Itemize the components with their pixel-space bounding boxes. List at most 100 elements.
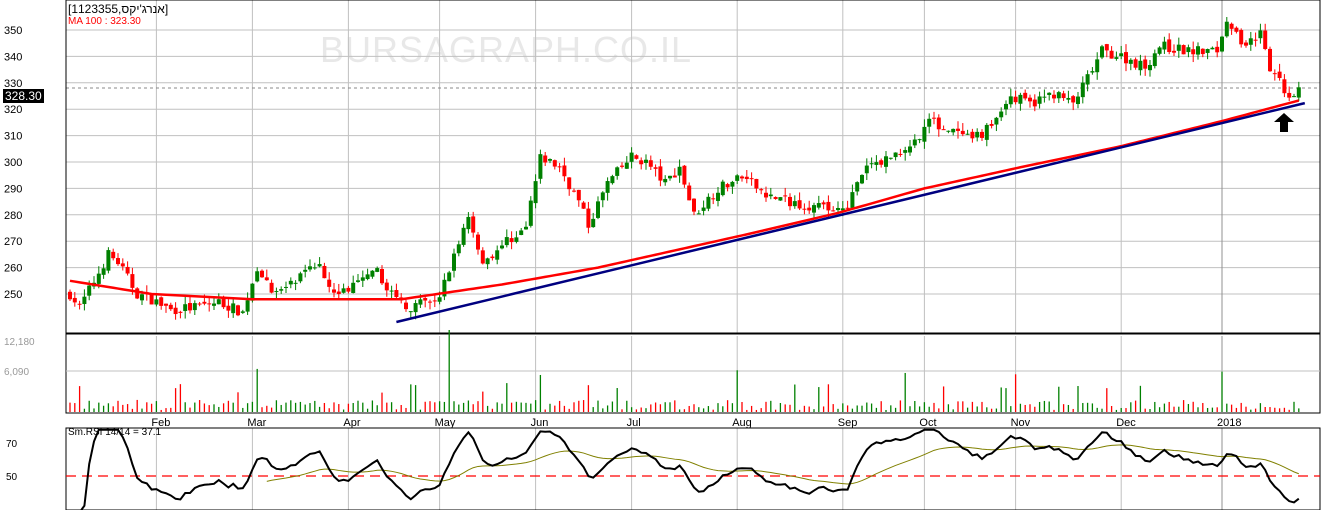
candle-body	[1056, 92, 1061, 99]
candle-body	[1282, 79, 1287, 94]
candle-body	[677, 166, 682, 176]
candle-body	[245, 300, 250, 312]
candle-body	[202, 301, 207, 304]
candle-body	[1114, 57, 1119, 59]
candle-body	[360, 277, 365, 281]
candle-body	[970, 131, 975, 139]
candle-body	[135, 288, 140, 299]
candle-body	[269, 282, 274, 293]
candle-body	[432, 300, 437, 302]
candle-body	[456, 244, 461, 254]
candle-body	[207, 303, 212, 305]
candle-body	[1152, 53, 1157, 67]
candle-body	[164, 303, 168, 306]
candle-body	[1095, 59, 1100, 73]
ma-legend: MA 100 : 323.30	[68, 16, 141, 27]
candle-body	[279, 289, 284, 291]
candle-body	[408, 311, 413, 313]
candle-body	[1287, 92, 1292, 98]
candle-body	[1008, 96, 1013, 105]
candle-body	[610, 176, 615, 184]
month-label: Jul	[627, 417, 641, 429]
candle-body	[946, 130, 951, 132]
candle-body	[1186, 47, 1191, 53]
candle-body	[927, 118, 932, 127]
candle-body	[1090, 71, 1095, 73]
candle-body	[418, 299, 423, 305]
candle-body	[711, 198, 716, 200]
candle-body	[1080, 82, 1085, 98]
candle-body	[1061, 93, 1066, 99]
candle-body	[989, 123, 994, 126]
candle-body	[768, 194, 773, 197]
candle-body	[773, 197, 778, 199]
candle-body	[1100, 46, 1104, 58]
price-tick-label: 300	[4, 157, 22, 169]
candle-body	[898, 153, 903, 155]
price-tick-label: 290	[4, 183, 22, 195]
candle-body	[826, 201, 831, 211]
candle-body	[495, 250, 500, 260]
candle-body	[1013, 96, 1018, 103]
candle-body	[322, 265, 327, 279]
candle-body	[735, 175, 740, 181]
candle-body	[1215, 46, 1220, 53]
volume-tick-label: 12,180	[4, 337, 35, 348]
month-label: Aug	[732, 417, 752, 429]
candle-body	[576, 189, 581, 201]
candle-body	[687, 185, 692, 201]
candle-body	[1224, 21, 1229, 37]
price-tick-label: 330	[4, 78, 22, 90]
candle-body	[221, 298, 226, 308]
candle-body	[178, 311, 183, 313]
candle-body	[173, 307, 178, 315]
candle-body	[936, 117, 941, 130]
candle-body	[154, 299, 159, 305]
candle-body	[860, 174, 864, 184]
candle-body	[586, 208, 591, 228]
candle-body	[1128, 59, 1133, 64]
candle-body	[730, 181, 735, 187]
candle-body	[1066, 97, 1071, 100]
candle-body	[106, 250, 111, 271]
candle-body	[394, 290, 399, 298]
pane-frame	[65, 333, 1321, 414]
candle-body	[370, 270, 375, 277]
candle-body	[231, 303, 236, 314]
candle-body	[485, 258, 490, 265]
candle-body	[1191, 49, 1196, 55]
candle-body	[759, 189, 764, 191]
candle-body	[192, 303, 197, 311]
candle-body	[1023, 92, 1028, 99]
candle-body	[298, 273, 303, 282]
candle-body	[188, 303, 192, 311]
candle-body	[1148, 65, 1152, 71]
candle-body	[533, 181, 538, 204]
candle-body	[524, 226, 528, 230]
candle-body	[1109, 50, 1114, 59]
candle-body	[260, 270, 264, 278]
candle-body	[504, 237, 509, 246]
candle-body	[120, 263, 125, 267]
candle-body	[1167, 39, 1172, 53]
candle-body	[720, 181, 725, 196]
candle-body	[994, 117, 999, 125]
candle-body	[980, 131, 984, 138]
candle-body	[591, 218, 596, 228]
candle-body	[264, 277, 269, 281]
candle-body	[1258, 30, 1263, 39]
candle-body	[461, 227, 466, 245]
candle-body	[884, 156, 888, 167]
pane-frame	[65, 427, 1321, 510]
candle-body	[317, 264, 322, 267]
candle-body	[965, 133, 970, 135]
candle-body	[932, 117, 936, 119]
candle-body	[1296, 87, 1301, 98]
candle-body	[471, 216, 476, 233]
candle-body	[1239, 30, 1244, 45]
candle-body	[922, 126, 927, 142]
candle-body	[288, 280, 293, 285]
candle-body	[624, 162, 629, 169]
candle-body	[975, 131, 980, 138]
candle-body	[125, 266, 130, 274]
